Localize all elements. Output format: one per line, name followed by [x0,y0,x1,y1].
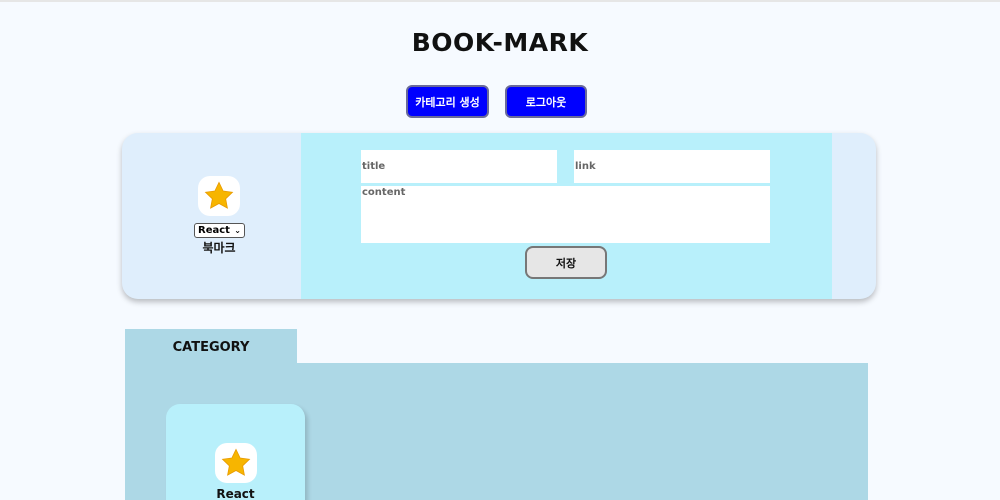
category-select-value: React [198,225,230,236]
create-category-button[interactable]: 카테고리 생성 [406,85,489,118]
content-textarea[interactable] [361,186,770,243]
title-input[interactable] [361,150,557,183]
save-button[interactable]: 저장 [525,246,607,279]
chevron-down-icon: ⌄ [234,226,241,235]
logout-button[interactable]: 로그아웃 [505,85,587,118]
bookmark-form-card: React ⌄ 북마크 저장 [122,133,876,299]
star-icon [198,176,240,216]
category-card-name: React [216,487,255,500]
category-select[interactable]: React ⌄ [194,223,245,238]
page-title: BOOK-MARK [411,28,589,57]
bookmark-form-sidebar: React ⌄ 북마크 [122,133,301,299]
bookmark-form-fields: 저장 [301,133,832,299]
tab-category[interactable]: CATEGORY [125,329,297,365]
bookmark-label: 북마크 [202,241,236,255]
star-icon [215,443,257,483]
link-input[interactable] [574,150,770,183]
category-card[interactable]: React [166,404,305,500]
